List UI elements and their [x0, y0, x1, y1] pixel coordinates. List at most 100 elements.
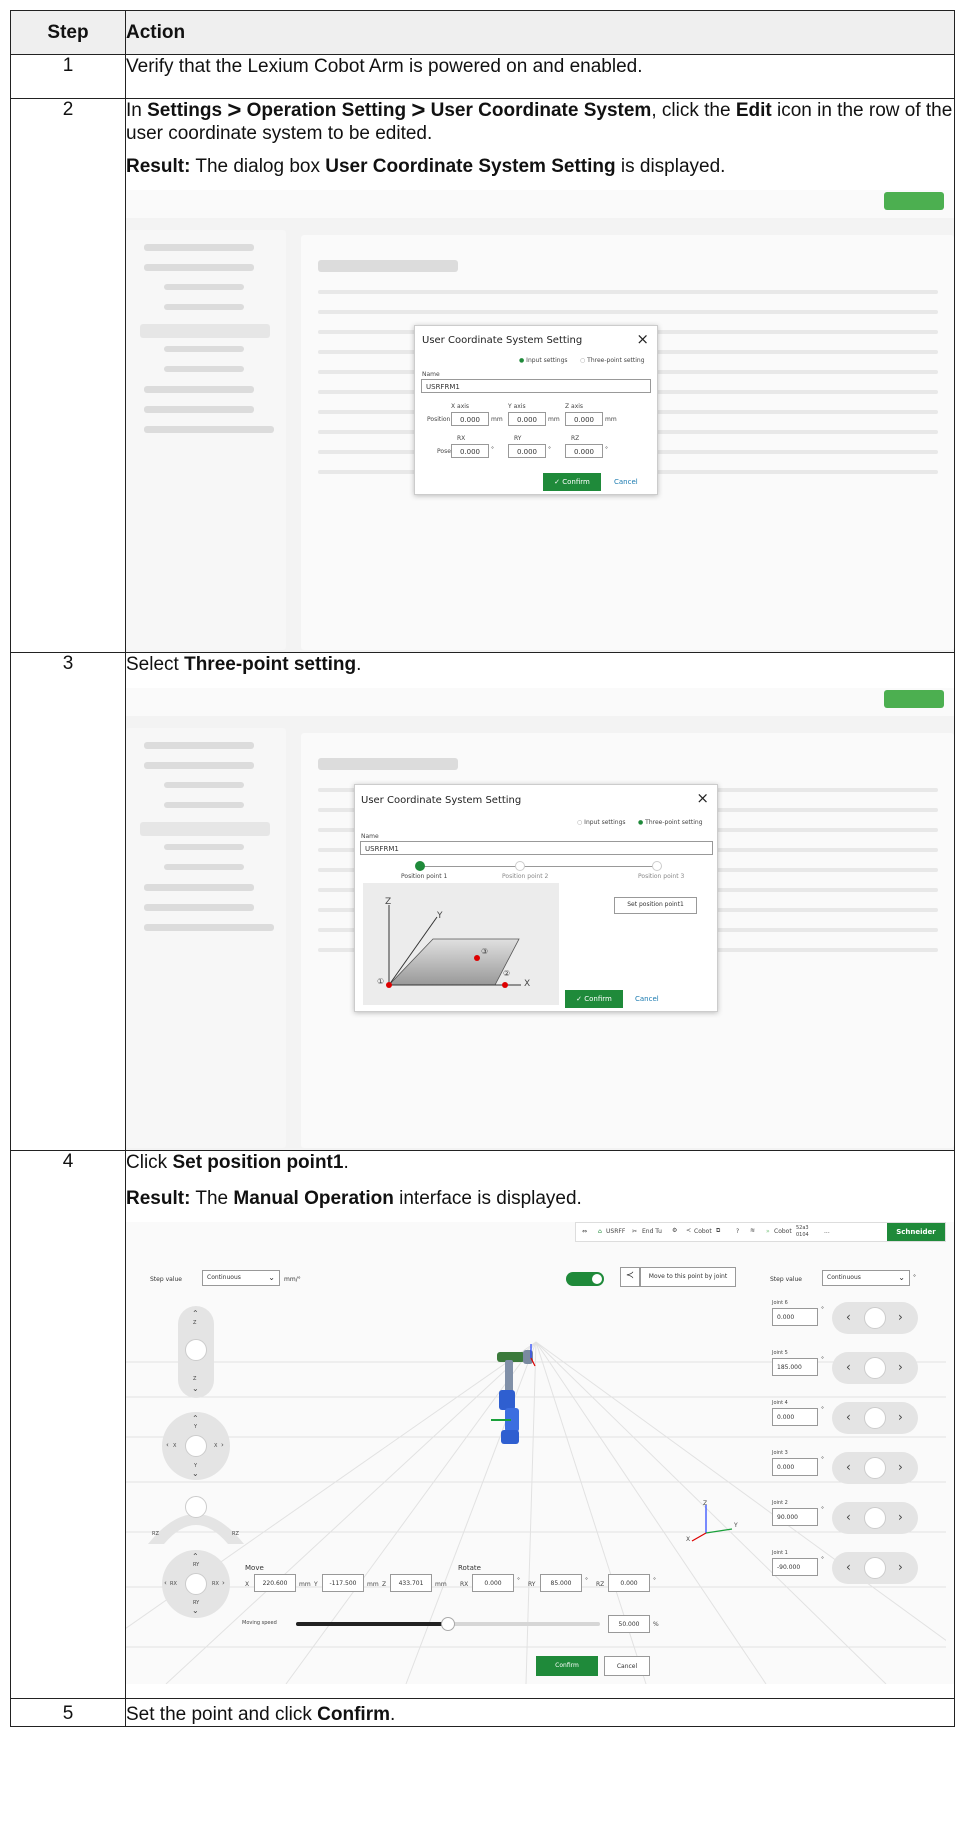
confirm-button[interactable]: ✓ Confirm — [543, 473, 601, 491]
joint-value-field[interactable]: 0.000 — [772, 1458, 818, 1476]
chevron-up-icon[interactable]: ⌃ — [192, 1414, 199, 1423]
speed-label: Cobot — [774, 1228, 792, 1235]
chevron-left-icon[interactable]: ‹ — [846, 1560, 851, 1574]
joint-jog-knob[interactable] — [864, 1457, 886, 1479]
cancel-button[interactable]: Cancel — [614, 478, 638, 486]
z-position-field[interactable]: 433.701 — [390, 1574, 432, 1592]
joint-value-field[interactable]: 0.000 — [772, 1408, 818, 1426]
chevron-right-icon[interactable]: › — [898, 1460, 903, 1474]
chevron-down-icon[interactable]: ⌄ — [192, 1384, 199, 1393]
joint-label: Joint 1 — [772, 1550, 788, 1556]
joint-jog-knob[interactable] — [864, 1557, 886, 1579]
name-field[interactable]: USRFRM1 — [421, 379, 651, 393]
pose-rx-field[interactable]: 0.000 — [451, 444, 489, 458]
action-text: Set the point and click Confirm. — [126, 1704, 396, 1725]
chevron-right-icon[interactable]: › — [898, 1410, 903, 1424]
chevron-left-icon[interactable]: ‹ — [846, 1360, 851, 1374]
more-label[interactable]: ... — [824, 1228, 830, 1235]
speed-field[interactable]: 50.000 — [608, 1615, 650, 1633]
radio-three-point[interactable]: ○ Three-point setting — [580, 357, 645, 364]
rx-field[interactable]: 0.000 — [472, 1574, 514, 1592]
z-jog-pad[interactable]: ⌃ Z Z ⌄ — [178, 1306, 214, 1398]
joint-value-field[interactable]: 0.000 — [772, 1308, 818, 1326]
chevron-right-icon[interactable]: › — [222, 1579, 225, 1587]
action-cell: In Settings > Operation Setting > User C… — [125, 98, 955, 653]
link-icon[interactable]: ⇔ — [582, 1228, 587, 1235]
radio-input-settings[interactable]: ○ Input settings — [577, 819, 626, 826]
close-icon[interactable]: × — [696, 789, 709, 807]
joint-jog-knob[interactable] — [864, 1407, 886, 1429]
joint-value-field[interactable]: 185.000 — [772, 1358, 818, 1376]
rz-jog-knob[interactable] — [185, 1496, 207, 1518]
chevron-right-icon[interactable]: › — [221, 1441, 224, 1449]
radio-checked-icon: ● — [638, 819, 644, 826]
chevron-left-icon[interactable]: ‹ — [846, 1460, 851, 1474]
chevron-up-icon[interactable]: ⌃ — [192, 1552, 199, 1561]
radio-three-point[interactable]: ● Three-point setting — [638, 819, 703, 826]
chevron-left-icon[interactable]: ‹ — [846, 1510, 851, 1524]
help-icon[interactable]: ? — [736, 1228, 739, 1235]
frame-icon[interactable]: ⌂ — [598, 1228, 602, 1235]
share-node-icon[interactable]: ≺ — [620, 1267, 640, 1287]
chevron-left-icon[interactable]: ‹ — [166, 1441, 169, 1449]
joint-jog-control[interactable]: ‹ › — [832, 1502, 918, 1534]
x-position-field[interactable]: 220.600 — [254, 1574, 296, 1592]
joint-jog-knob[interactable] — [864, 1307, 886, 1329]
pose-rz-field[interactable]: 0.000 — [565, 444, 603, 458]
ry-field[interactable]: 85.000 — [540, 1574, 582, 1592]
chevron-down-icon[interactable]: ⌄ — [192, 1469, 199, 1478]
joint-jog-control[interactable]: ‹ › — [832, 1552, 918, 1584]
chevron-up-icon[interactable]: ⌃ — [192, 1309, 199, 1318]
gear-icon[interactable]: ⚙ — [672, 1227, 677, 1234]
radio-input-settings[interactable]: ● Input settings — [519, 357, 568, 364]
copy-icon[interactable]: ⧉ — [716, 1227, 720, 1235]
confirm-button[interactable]: Confirm — [536, 1656, 598, 1676]
y-position-field[interactable]: -117.500 — [322, 1574, 364, 1592]
chevron-left-icon[interactable]: ‹ — [164, 1579, 167, 1587]
user-coordinate-dialog: User Coordinate System Setting × ● Input… — [414, 325, 658, 495]
chevron-left-icon[interactable]: ‹ — [846, 1410, 851, 1424]
cobot-label[interactable]: Cobot — [694, 1228, 712, 1235]
set-position-point1-button[interactable]: Set position point1 — [614, 897, 697, 914]
tool-icon[interactable]: ✂ — [632, 1228, 637, 1235]
speed-slider-handle[interactable] — [441, 1617, 455, 1631]
chevron-right-icon[interactable]: › — [898, 1360, 903, 1374]
pose-ry-field[interactable]: 0.000 — [508, 444, 546, 458]
toggle-switch[interactable] — [566, 1272, 604, 1286]
rz-field[interactable]: 0.000 — [608, 1574, 650, 1592]
name-field[interactable]: USRFRM1 — [360, 841, 713, 855]
joint-jog-knob[interactable] — [864, 1357, 886, 1379]
cancel-button[interactable]: Cancel — [604, 1656, 650, 1676]
z-jog-knob[interactable] — [185, 1339, 207, 1361]
chevron-left-icon[interactable]: ‹ — [846, 1310, 851, 1324]
confirm-button[interactable]: ✓ Confirm — [565, 990, 623, 1008]
move-by-joint-button[interactable]: Move to this point by joint — [640, 1267, 736, 1287]
joint-jog-control[interactable]: ‹ › — [832, 1402, 918, 1434]
step-value-select[interactable]: Continuous ⌄ — [202, 1270, 280, 1286]
chevron-down-icon[interactable]: ⌄ — [192, 1606, 199, 1615]
close-icon[interactable]: × — [636, 330, 649, 348]
frame-label[interactable]: USRFF — [606, 1228, 625, 1235]
radio-unchecked-icon: ○ — [580, 357, 586, 364]
xy-jog-knob[interactable] — [185, 1435, 207, 1457]
chevron-right-icon[interactable]: › — [898, 1310, 903, 1324]
joint-jog-control[interactable]: ‹ › — [832, 1352, 918, 1384]
position-z-field[interactable]: 0.000 — [565, 412, 603, 426]
rxry-jog-knob[interactable] — [185, 1573, 207, 1595]
step3-dot — [652, 861, 662, 871]
joint-jog-control[interactable]: ‹ › — [832, 1302, 918, 1334]
joint-step-value-select[interactable]: Continuous ⌄ — [822, 1270, 910, 1286]
joint-value-field[interactable]: 90.000 — [772, 1508, 818, 1526]
speed-slider-track[interactable] — [296, 1617, 600, 1631]
chevron-right-icon[interactable]: › — [898, 1510, 903, 1524]
tool-label[interactable]: End Tu — [642, 1228, 662, 1235]
joint-jog-control[interactable]: ‹ › — [832, 1452, 918, 1484]
joint-jog-knob[interactable] — [864, 1507, 886, 1529]
name-label: Name — [422, 371, 440, 378]
cancel-button[interactable]: Cancel — [635, 995, 659, 1003]
share-icon[interactable]: ≺ — [686, 1227, 691, 1234]
chevron-right-icon[interactable]: › — [898, 1560, 903, 1574]
position-y-field[interactable]: 0.000 — [508, 412, 546, 426]
position-x-field[interactable]: 0.000 — [451, 412, 489, 426]
joint-value-field[interactable]: -90.000 — [772, 1558, 818, 1576]
